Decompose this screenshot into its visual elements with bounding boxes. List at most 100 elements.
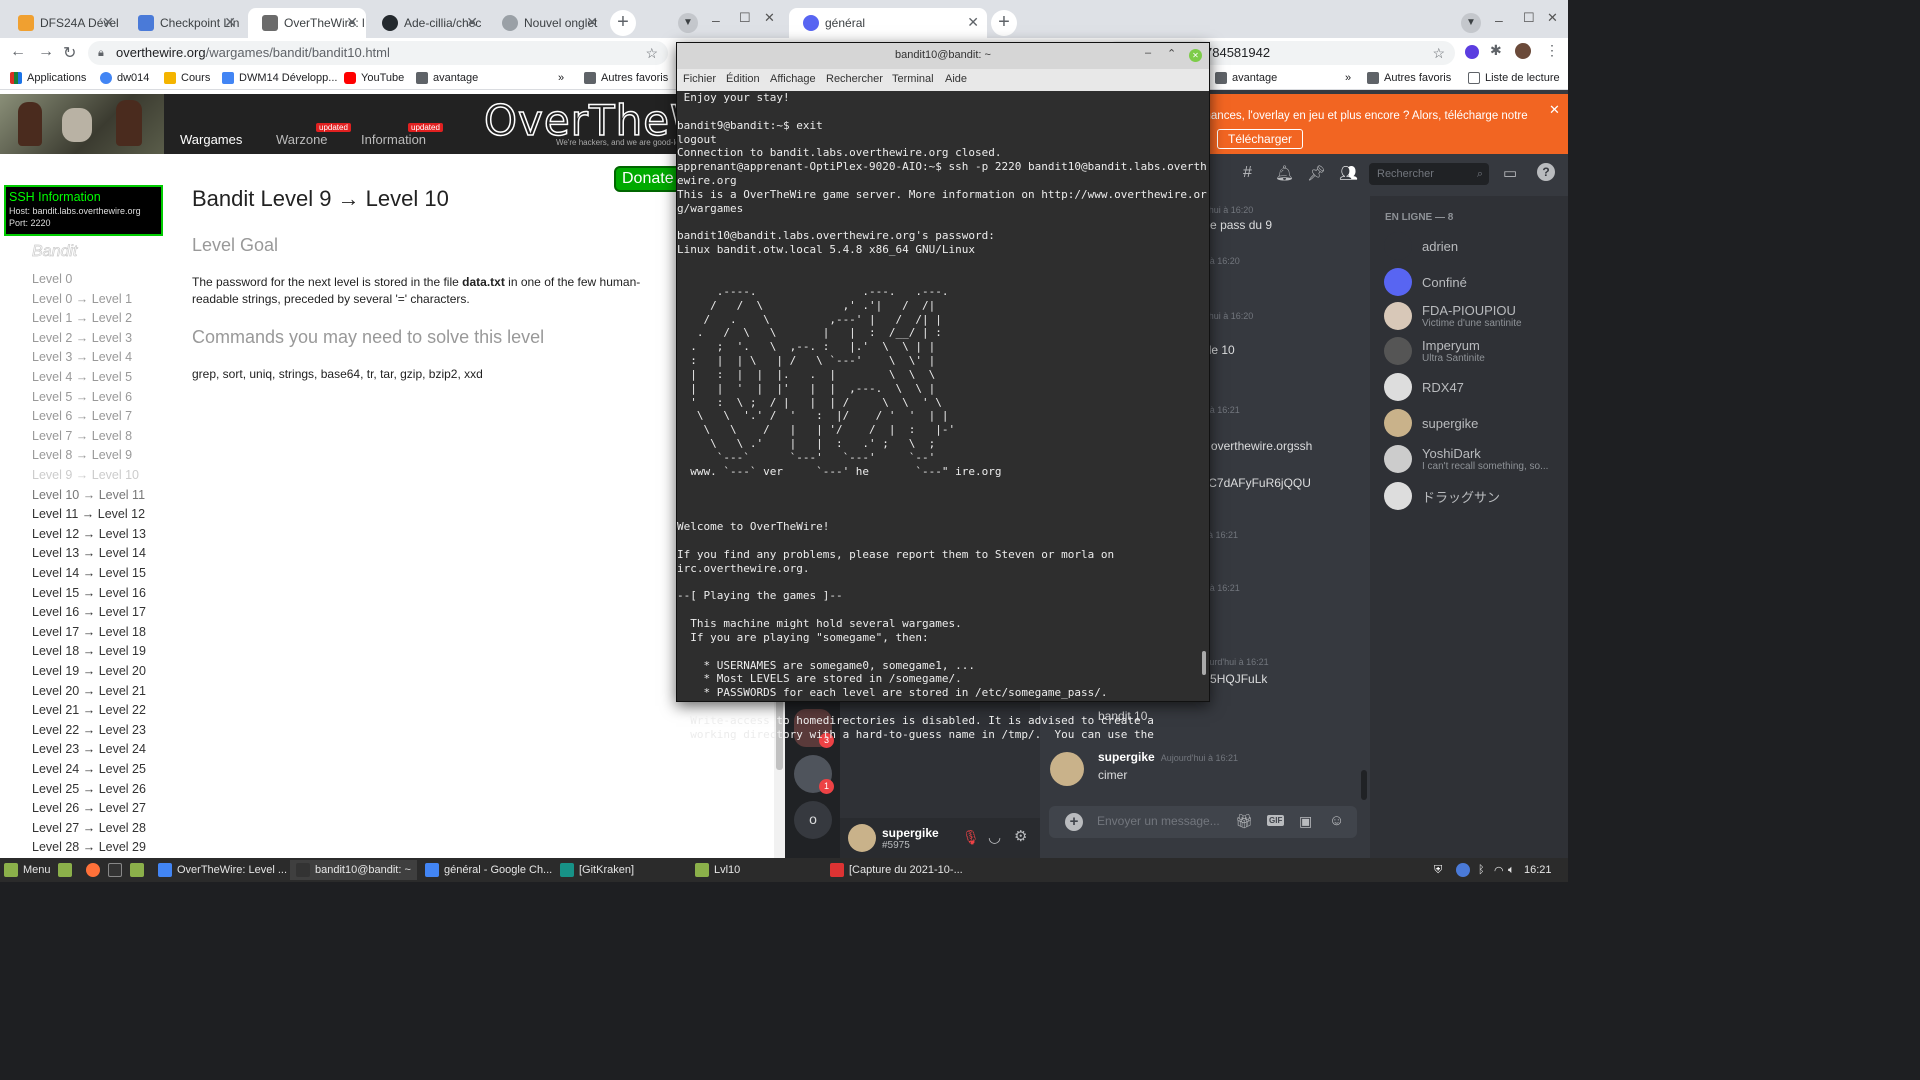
- avatar[interactable]: [1515, 43, 1531, 59]
- star-icon[interactable]: ☆: [645, 41, 658, 65]
- member-item[interactable]: YoshiDark I can't recall something, so...: [1384, 445, 1548, 473]
- bookmark-cours[interactable]: Cours: [164, 72, 210, 84]
- network-tray-icon[interactable]: [1456, 860, 1470, 880]
- maximize-icon[interactable]: ☐: [1523, 10, 1535, 26]
- close-icon[interactable]: ✕: [224, 14, 236, 31]
- bookmark-dw014[interactable]: dw014: [100, 72, 149, 84]
- extension-icon[interactable]: [1465, 45, 1479, 59]
- menu-aide[interactable]: Aide: [945, 73, 967, 85]
- firefox-launcher[interactable]: [86, 860, 100, 880]
- close-window-icon[interactable]: ✕: [764, 10, 775, 26]
- close-window-icon[interactable]: ✕: [1547, 10, 1558, 26]
- sidebar-level-link[interactable]: Level 26 → Level 27: [32, 801, 146, 815]
- sidebar-level-link[interactable]: Level 18 → Level 19: [32, 644, 146, 658]
- shield-icon[interactable]: ⛨: [1434, 860, 1442, 880]
- sidebar-level-link[interactable]: Level 22 → Level 23: [32, 723, 146, 737]
- sidebar-level-link[interactable]: Level 9 → Level 10: [32, 468, 139, 482]
- forward-icon[interactable]: →: [38, 43, 54, 61]
- menu-terminal[interactable]: Terminal: [892, 73, 934, 85]
- sidebar-level-link[interactable]: Level 20 → Level 21: [32, 684, 146, 698]
- bookmark-other[interactable]: Autres favoris: [584, 72, 668, 84]
- sidebar-level-link[interactable]: Level 19 → Level 20: [32, 664, 146, 678]
- tab-search-button[interactable]: ▼: [1461, 13, 1481, 33]
- sidebar-level-link[interactable]: Level 24 → Level 25: [32, 762, 146, 776]
- bookmark-applications[interactable]: Applications: [10, 72, 86, 84]
- close-window-icon[interactable]: ✕: [1189, 49, 1202, 62]
- sticker-icon[interactable]: ▣: [1299, 813, 1312, 830]
- search-input[interactable]: Rechercher ⌕: [1369, 163, 1489, 185]
- sidebar-level-link[interactable]: Level 16 → Level 17: [32, 605, 146, 619]
- bookmark-youtube[interactable]: YouTube: [344, 72, 404, 84]
- taskbar-window-button[interactable]: [GitKraken]: [560, 860, 634, 880]
- bookmark-other[interactable]: Autres favoris: [1367, 72, 1451, 84]
- add-attachment-icon[interactable]: +: [1065, 813, 1083, 831]
- sidebar-level-link[interactable]: Level 21 → Level 22: [32, 703, 146, 717]
- headphones-icon[interactable]: ◡: [988, 828, 1001, 846]
- menu-edition[interactable]: Édition: [726, 73, 760, 85]
- help-icon[interactable]: ?: [1537, 163, 1555, 181]
- minimize-icon[interactable]: –: [712, 12, 720, 28]
- member-item[interactable]: Confiné: [1384, 268, 1467, 296]
- maximize-icon[interactable]: ☐: [739, 10, 751, 26]
- member-item[interactable]: RDX47: [1384, 373, 1464, 401]
- restore-icon[interactable]: ⌃: [1167, 47, 1176, 60]
- members-icon[interactable]: 👥︎: [1339, 164, 1358, 182]
- sidebar-level-link[interactable]: Level 28 → Level 29: [32, 840, 146, 854]
- star-icon[interactable]: ☆: [1432, 41, 1445, 65]
- sidebar-level-link[interactable]: Level 0 → Level 1: [32, 292, 132, 306]
- nav-information[interactable]: Information: [361, 132, 426, 147]
- sidebar-level-link[interactable]: Level 0: [32, 272, 72, 286]
- minimize-icon[interactable]: –: [1495, 12, 1503, 28]
- nav-wargames[interactable]: Wargames: [180, 132, 242, 147]
- member-item[interactable]: supergike: [1384, 409, 1478, 437]
- puzzle-icon[interactable]: ✱: [1490, 42, 1502, 59]
- tab-general[interactable]: général ✕: [789, 8, 987, 38]
- member-item[interactable]: FDA-PIOUPIOU Victime d'une santinite: [1384, 302, 1522, 330]
- sidebar-level-link[interactable]: Level 17 → Level 18: [32, 625, 146, 639]
- taskbar-window-button[interactable]: bandit10@bandit: ~: [290, 860, 417, 880]
- terminal-output[interactable]: Enjoy your stay! bandit9@bandit:~$ exit …: [677, 91, 1207, 742]
- close-banner-icon[interactable]: ✕: [1549, 102, 1560, 118]
- taskbar-window-button[interactable]: général - Google Ch...: [425, 860, 552, 880]
- terminal-launcher[interactable]: [108, 860, 122, 880]
- sidebar-level-link[interactable]: Level 4 → Level 5: [32, 370, 132, 384]
- wifi-icon[interactable]: ◠: [1494, 860, 1504, 880]
- tab-github[interactable]: Ade-cillia/chec ✕: [368, 8, 486, 38]
- sidebar-level-link[interactable]: Level 5 → Level 6: [32, 390, 132, 404]
- threads-icon[interactable]: #: [1243, 164, 1252, 182]
- close-icon[interactable]: ✕: [102, 14, 114, 31]
- terminal-scrollbar[interactable]: [1202, 651, 1206, 675]
- address-bar[interactable]: 🔒︎ overthewire.org/wargames/bandit/bandi…: [88, 41, 668, 65]
- gif-icon[interactable]: GIF: [1267, 815, 1285, 826]
- message-author[interactable]: supergike: [1098, 750, 1155, 764]
- show-desktop-icon[interactable]: [58, 860, 72, 880]
- sidebar-level-link[interactable]: Level 27 → Level 28: [32, 821, 146, 835]
- sidebar-level-link[interactable]: Level 12 → Level 13: [32, 527, 146, 541]
- mute-icon[interactable]: 🎙︎: [962, 829, 980, 846]
- sidebar-level-link[interactable]: Level 7 → Level 8: [32, 429, 132, 443]
- bluetooth-icon[interactable]: ᛒ: [1478, 860, 1485, 880]
- bell-icon[interactable]: 🔔︎: [1275, 164, 1294, 182]
- download-button[interactable]: Télécharger: [1217, 129, 1304, 149]
- avatar[interactable]: [848, 824, 876, 852]
- menu-rechercher[interactable]: Rechercher: [826, 73, 883, 85]
- close-icon[interactable]: ✕: [586, 14, 598, 31]
- emoji-icon[interactable]: ☺: [1329, 812, 1344, 829]
- close-icon[interactable]: ✕: [466, 14, 478, 31]
- sidebar-level-link[interactable]: Level 8 → Level 9: [32, 448, 132, 462]
- member-item[interactable]: Imperyum Ultra Santinite: [1384, 337, 1485, 365]
- start-menu-button[interactable]: Menu: [4, 860, 51, 880]
- bookmark-avantage[interactable]: avantage: [1215, 72, 1277, 84]
- pin-icon[interactable]: 📌︎: [1307, 164, 1326, 182]
- bookmark-dwm14[interactable]: DWM14 Développ...: [222, 72, 337, 84]
- message-input[interactable]: + Envoyer un message... 🎁︎ GIF ▣ ☺: [1049, 806, 1357, 838]
- sidebar-level-link[interactable]: Level 1 → Level 2: [32, 311, 132, 325]
- menu-icon[interactable]: ⋮: [1545, 42, 1559, 59]
- gift-icon[interactable]: 🎁︎: [1235, 813, 1253, 830]
- menu-affichage[interactable]: Affichage: [770, 73, 816, 85]
- inbox-icon[interactable]: ▭: [1503, 164, 1517, 182]
- terminal-window[interactable]: bandit10@bandit: ~ – ⌃ ✕ Fichier Édition…: [676, 42, 1210, 741]
- reading-list[interactable]: Liste de lecture: [1468, 72, 1560, 84]
- server-icon[interactable]: o: [794, 801, 832, 839]
- tab-dfs24a[interactable]: DFS24A Dével ✕: [4, 8, 122, 38]
